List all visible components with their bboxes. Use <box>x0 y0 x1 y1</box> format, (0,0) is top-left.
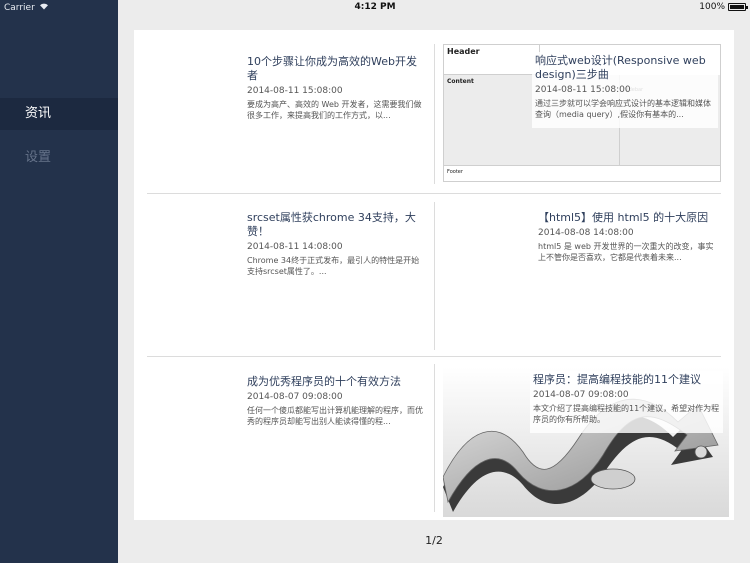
article-title: srcset属性获chrome 34支持，大赞！ <box>247 211 416 238</box>
article-date: 2014-08-11 15:08:00 <box>535 85 631 95</box>
article-title: 程序员：提高编程技能的11个建议 <box>533 373 701 386</box>
article-date: 2014-08-07 09:08:00 <box>533 390 629 400</box>
status-bar: Carrier 4:12 PM 100% <box>0 0 750 16</box>
article-item[interactable]: 10个步骤让你成为高效的Web开发者 2014-08-11 15:08:00 要… <box>134 30 424 193</box>
article-date: 2014-08-08 14:08:00 <box>538 228 634 238</box>
thumb-footer-label: Footer <box>444 165 720 181</box>
article-title: 成为优秀程序员的十个有效方法 <box>247 375 401 388</box>
article-item[interactable]: srcset属性获chrome 34支持，大赞！ 2014-08-11 14:0… <box>134 194 424 356</box>
article-title: 响应式web设计(Responsive web design)三步曲 <box>535 54 706 81</box>
sidebar-item-settings[interactable]: 设置 <box>0 142 118 174</box>
sidebar-item-label: 资讯 <box>25 106 52 121</box>
article-date: 2014-08-11 15:08:00 <box>247 86 343 96</box>
page-indicator: 1/2 <box>425 534 443 547</box>
sidebar: 资讯 设置 <box>0 0 118 563</box>
sidebar-item-news[interactable]: 资讯 <box>0 98 118 130</box>
article-item[interactable]: Header Content Sidebar Footer 响应式web设计(R… <box>435 30 725 193</box>
battery-percent: 100% <box>699 2 725 12</box>
article-date: 2014-08-11 14:08:00 <box>247 242 343 252</box>
main-content: 10个步骤让你成为高效的Web开发者 2014-08-11 15:08:00 要… <box>118 0 750 563</box>
article-title: 10个步骤让你成为高效的Web开发者 <box>247 55 417 82</box>
battery-icon <box>728 3 748 11</box>
article-summary: html5 是 web 开发世界的一次重大的改变，事实上不管你是否喜欢，它都是代… <box>538 242 714 262</box>
status-time: 4:12 PM <box>354 2 396 12</box>
article-summary: 任何一个傻瓜都能写出计算机能理解的程序，而优秀的程序员却能写出别人能读得懂的程.… <box>247 406 423 426</box>
article-grid: 10个步骤让你成为高效的Web开发者 2014-08-11 15:08:00 要… <box>134 30 734 520</box>
article-item[interactable]: 成为优秀程序员的十个有效方法 2014-08-07 09:08:00 任何一个傻… <box>134 357 424 520</box>
article-title: 【html5】使用 html5 的十大原因 <box>538 211 709 224</box>
article-item[interactable]: 程序员：提高编程技能的11个建议 2014-08-07 09:08:00 本文介… <box>435 357 729 520</box>
sidebar-item-label: 设置 <box>25 150 52 165</box>
article-summary: 本文介绍了提高编程技能的11个建议，希望对作为程序员的你有所帮助。 <box>533 404 720 424</box>
article-item[interactable]: 【html5】使用 html5 的十大原因 2014-08-08 14:08:0… <box>435 194 725 356</box>
article-summary: Chrome 34终于正式发布，最引人的特性是开始支持srcset属性了。... <box>247 256 420 276</box>
article-date: 2014-08-07 09:08:00 <box>247 392 343 402</box>
article-text-overlay: 响应式web设计(Responsive web design)三步曲 2014-… <box>532 52 718 128</box>
article-summary: 要成为高产、高效的 Web 开发者，这需要我们做很多工作，来提高我们的工作方式，… <box>247 100 422 120</box>
article-summary: 通过三步就可以学会响应式设计的基本逻辑和媒体查询（media query）,假设… <box>535 99 711 119</box>
thumb-header-label: Header <box>444 45 540 75</box>
article-text-overlay: 程序员：提高编程技能的11个建议 2014-08-07 09:08:00 本文介… <box>530 371 723 433</box>
